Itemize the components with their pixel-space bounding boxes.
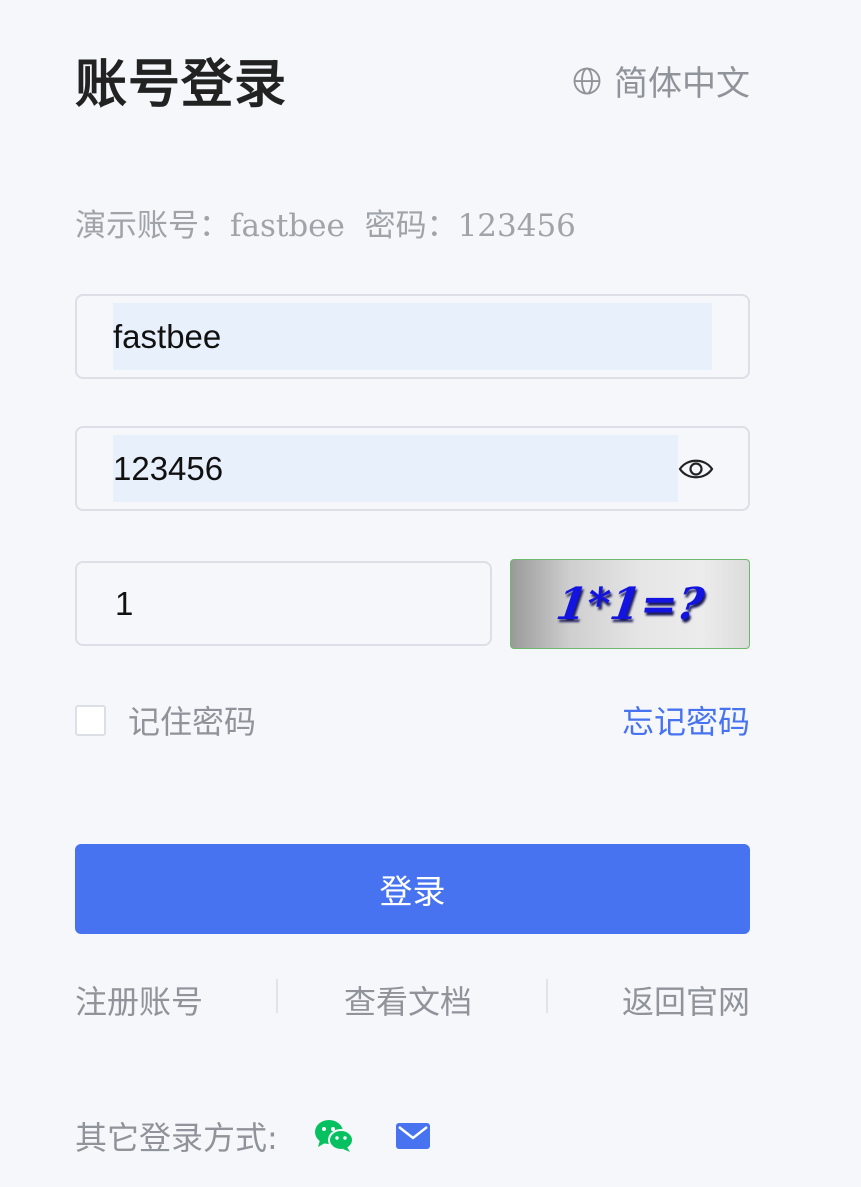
page-title: 账号登录 [75, 55, 288, 115]
other-login-methods: 其它登录方式: [75, 1113, 430, 1159]
login-button[interactable]: 登录 [75, 844, 750, 934]
divider [276, 979, 278, 1013]
username-field[interactable] [75, 294, 750, 379]
remember-checkbox[interactable] [75, 704, 106, 736]
captcha-input[interactable] [115, 570, 455, 637]
captcha-text: 1*1=? [552, 578, 708, 630]
eye-icon[interactable] [678, 455, 714, 483]
remember-label: 记住密码 [128, 703, 257, 741]
captcha-image[interactable]: 1*1=? [510, 559, 750, 649]
divider [546, 979, 548, 1013]
forgot-password-link[interactable]: 忘记密码 [622, 697, 750, 743]
docs-link[interactable]: 查看文档 [344, 977, 472, 1023]
language-label: 简体中文 [614, 64, 750, 104]
mail-icon[interactable] [395, 1123, 430, 1149]
username-input[interactable] [113, 303, 712, 370]
language-switcher[interactable]: 简体中文 [572, 56, 750, 105]
other-login-label: 其它登录方式: [75, 1119, 278, 1157]
password-field[interactable] [75, 426, 750, 511]
captcha-code-field[interactable] [75, 561, 492, 646]
globe-icon [573, 67, 601, 94]
home-link[interactable]: 返回官网 [622, 977, 750, 1023]
remember-password[interactable]: 记住密码 [75, 697, 256, 743]
register-link[interactable]: 注册账号 [75, 977, 203, 1023]
wechat-icon[interactable] [314, 1118, 354, 1154]
demo-account-hint: 演示账号：fastbee 密码：123456 [75, 208, 576, 244]
password-input[interactable] [113, 435, 673, 502]
footer-links: 注册账号 查看文档 返回官网 [75, 977, 750, 1021]
